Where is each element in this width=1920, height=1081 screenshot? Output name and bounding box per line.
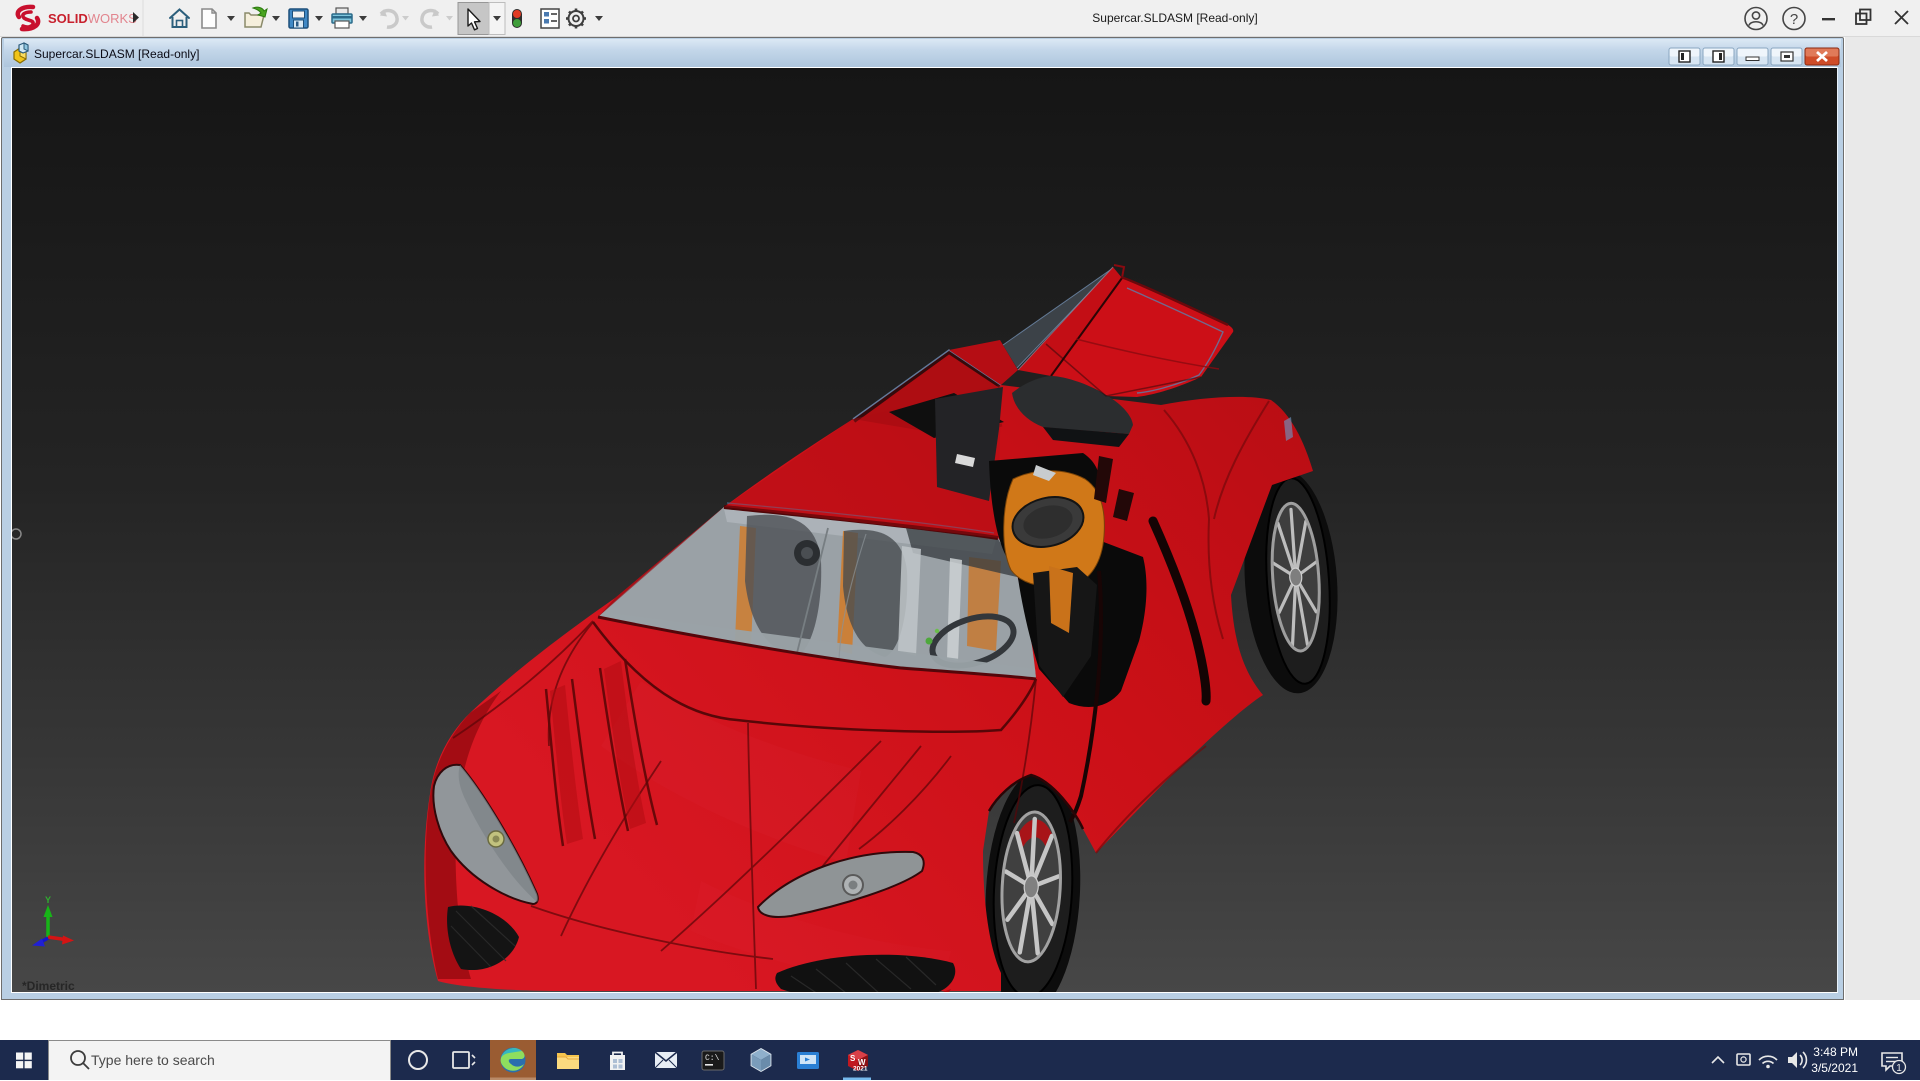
svg-text:SOLIDWORKS: SOLIDWORKS (48, 11, 137, 26)
svg-text:C:\: C:\ (705, 1054, 720, 1063)
svg-text:?: ? (1790, 11, 1798, 28)
svg-text:2021: 2021 (853, 1066, 868, 1073)
svg-text:Y: Y (45, 895, 51, 905)
svg-text:1: 1 (1896, 1063, 1902, 1074)
svg-text:*Dimetric: *Dimetric (22, 979, 75, 992)
svg-text:S: S (850, 1054, 856, 1063)
